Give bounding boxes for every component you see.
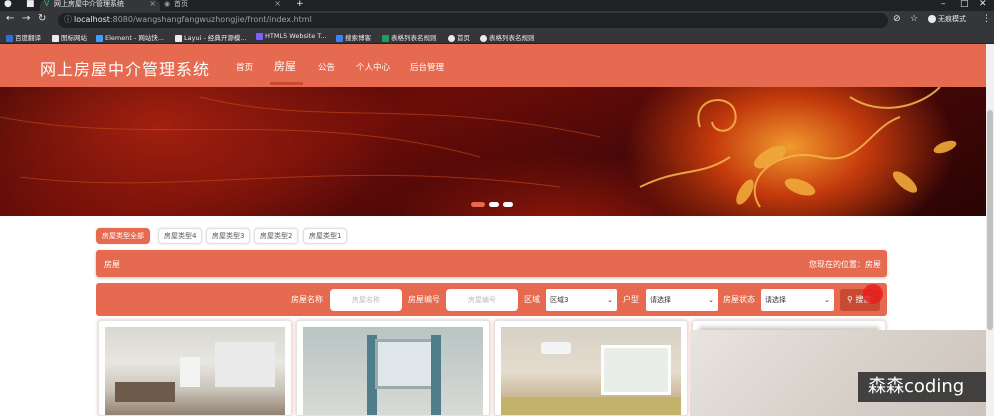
tab-title: 首页 [174, 0, 188, 8]
type-tab-3[interactable]: 房屋类型3 [206, 228, 251, 244]
scrollbar-thumb[interactable] [987, 110, 993, 330]
chevron-down-icon: ⌄ [708, 296, 714, 304]
house-card[interactable] [296, 320, 490, 416]
nav-item-houses[interactable]: 房屋 [274, 58, 296, 74]
house-name-label: 房屋名称 [291, 295, 323, 304]
page-title: 房屋 [104, 260, 120, 269]
type-tab-2[interactable]: 房屋类型2 [254, 228, 299, 244]
close-window-icon[interactable]: ✕ [979, 0, 987, 9]
browser-tab-1[interactable]: V 网上房屋中介管理系统 × [40, 0, 160, 11]
bookmarks-bar: 百度翻译 图标网站 Element - 网站快... Layui - 经典开源模… [0, 29, 994, 44]
bookmark-item[interactable]: 表格列表名规则 [382, 32, 437, 42]
bookmark-star-icon[interactable]: ☆ [910, 14, 918, 24]
carousel-dot-2[interactable] [489, 202, 499, 207]
house-name-input[interactable]: 房屋名称 [330, 289, 402, 311]
bookmark-icon [480, 34, 487, 42]
address-bar-row: ← → ↻ ⓘ localhost:8080/wangshangfangwuzh… [0, 11, 994, 29]
bookmark-icon [448, 34, 455, 42]
view-icon[interactable]: ⊘ [893, 14, 901, 24]
house-photo [303, 327, 483, 415]
house-number-input[interactable]: 房屋编号 [446, 289, 518, 311]
house-card[interactable] [98, 320, 292, 416]
chrome-menu-icon[interactable]: ● [4, 0, 12, 9]
type-tab-1[interactable]: 房屋类型1 [303, 228, 348, 244]
incognito-indicator[interactable]: 无痕模式 [928, 14, 966, 24]
browser-tab-strip: ● ■ V 网上房屋中介管理系统 × ◉ 首页 × + – □ ✕ [0, 0, 994, 11]
status-select[interactable]: 请选择 ⌄ [761, 289, 834, 311]
menu-kebab-icon[interactable]: ⋮ [982, 14, 991, 24]
type-tab-all[interactable]: 房屋类型全部 [96, 228, 150, 244]
nav-item-profile[interactable]: 个人中心 [356, 61, 390, 73]
search-form: 房屋名称 房屋名称 房屋编号 房屋编号 区域 区域3 ⌄ 户型 请选择 ⌄ 房屋状态… [96, 283, 887, 316]
nav-item-admin[interactable]: 后台管理 [410, 61, 444, 73]
info-icon[interactable]: ⓘ [64, 14, 72, 25]
bookmark-item[interactable]: HTML5 Website T... [256, 32, 327, 40]
url-text: localhost:8080/wangshangfangwuzhongjie/f… [74, 15, 312, 24]
bookmark-icon [382, 34, 389, 42]
reload-icon[interactable]: ↻ [38, 13, 46, 24]
tab-close-icon[interactable]: × [149, 0, 156, 8]
bookmark-item[interactable]: 表格列表名规则 [480, 32, 535, 42]
bookmark-icon [175, 34, 182, 42]
house-photo [501, 327, 681, 415]
bookmark-icon [52, 34, 59, 42]
new-tab-button[interactable]: + [296, 0, 304, 9]
bookmark-icon [336, 34, 343, 42]
chevron-down-icon: ⌄ [607, 296, 613, 304]
site-title: 网上房屋中介管理系统 [40, 60, 211, 79]
house-photo [105, 327, 285, 415]
layout-label: 户型 [623, 295, 639, 304]
bookmark-item[interactable]: Element - 网站快... [96, 32, 164, 42]
chevron-down-icon: ⌄ [824, 296, 830, 304]
banner-artwork [0, 87, 957, 208]
breadcrumb: 房屋 您现在的位置：房屋 [96, 250, 887, 277]
back-icon[interactable]: ← [6, 13, 14, 24]
watermark: 森森coding [858, 372, 986, 402]
tab-close-icon[interactable]: × [274, 0, 281, 8]
nav-item-home[interactable]: 首页 [236, 61, 253, 73]
carousel-dot-3[interactable] [503, 202, 513, 207]
incognito-icon [928, 15, 936, 23]
browser-tab-2[interactable]: ◉ 首页 × [160, 0, 285, 11]
tab-title: 网上房屋中介管理系统 [54, 0, 124, 8]
vue-favicon-icon: V [44, 0, 50, 8]
bookmark-icon [96, 34, 103, 42]
maximize-icon[interactable]: □ [960, 0, 969, 9]
type-tab-4[interactable]: 房屋类型4 [158, 228, 203, 244]
bookmark-item[interactable]: 图标网站 [52, 32, 87, 42]
bookmark-item[interactable]: 搜索博客 [336, 32, 371, 42]
area-label: 区域 [524, 295, 540, 304]
layout-select[interactable]: 请选择 ⌄ [646, 289, 718, 311]
minimize-icon[interactable]: – [941, 0, 946, 9]
status-label: 房屋状态 [723, 295, 755, 304]
breadcrumb-location: 您现在的位置：房屋 [809, 260, 881, 269]
house-number-label: 房屋编号 [408, 295, 440, 304]
carousel-dot-1[interactable] [471, 202, 485, 207]
search-icon: ⚲ [847, 295, 853, 304]
area-select[interactable]: 区域3 ⌄ [546, 289, 617, 311]
nav-active-indicator [270, 82, 303, 85]
site-header: 网上房屋中介管理系统 首页 房屋 公告 个人中心 后台管理 [0, 44, 994, 87]
url-bar[interactable]: ⓘ localhost:8080/wangshangfangwuzhongjie… [58, 13, 888, 28]
bookmark-item[interactable]: Layui - 经典开源模... [175, 32, 247, 42]
forward-icon[interactable]: → [22, 13, 30, 24]
bookmark-icon [6, 34, 13, 42]
globe-favicon-icon: ◉ [164, 0, 171, 8]
house-card[interactable] [494, 320, 688, 416]
bookmark-icon [256, 32, 263, 40]
bookmark-item[interactable]: 首页 [448, 32, 470, 42]
banner-carousel[interactable] [0, 87, 986, 216]
click-indicator [863, 284, 883, 304]
bookmark-item[interactable]: 百度翻译 [6, 32, 41, 42]
window-icon: ■ [26, 0, 35, 9]
nav-item-notices[interactable]: 公告 [318, 61, 335, 73]
